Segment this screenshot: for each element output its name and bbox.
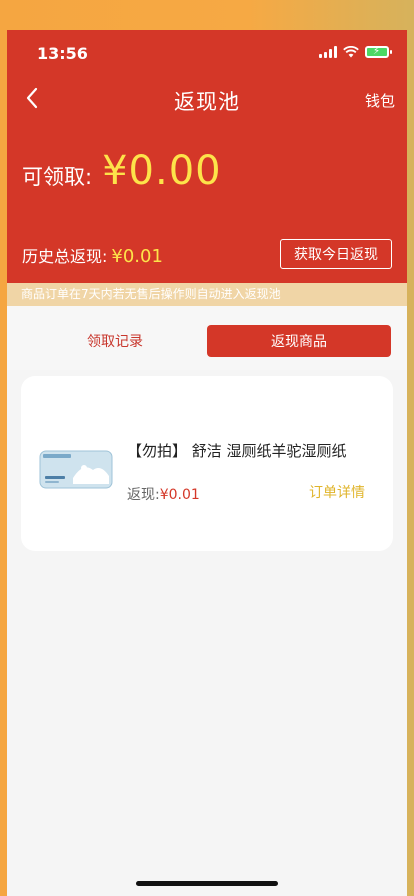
history-total-amount: ¥0.01 [111,246,163,267]
page-title: 返现池 [174,90,240,114]
status-time: 13:56 [37,44,88,63]
product-title: 【勿拍】 舒洁 湿厕纸羊驼湿厕纸 [127,442,347,460]
tab-bar: 领取记录 返现商品 [7,306,407,370]
get-today-cashback-button[interactable]: 获取今日返现 [280,239,392,269]
product-card[interactable]: 【勿拍】 舒洁 湿厕纸羊驼湿厕纸 返现:¥0.01 订单详情 [21,376,393,551]
app-screen: 13:56 ⚡ 返现池 钱包 可领取: ¥0.00 历史总返现: ¥0.01 获… [7,30,407,896]
status-icons: ⚡ [319,46,392,58]
notice-banner: 商品订单在7天内若无售后操作则自动进入返现池 [7,283,407,306]
header-panel: 13:56 ⚡ 返现池 钱包 可领取: ¥0.00 历史总返现: ¥0.01 获… [7,30,407,283]
product-cashback-amount: ¥0.01 [159,487,200,503]
signal-icon [319,46,337,58]
battery-icon: ⚡ [365,46,392,58]
product-image [39,450,113,489]
wallet-link[interactable]: 钱包 [365,90,395,111]
tab-cashback-products[interactable]: 返现商品 [207,325,391,357]
status-bar: 13:56 ⚡ [7,30,407,76]
claimable-row: 可领取: ¥0.00 [22,148,222,194]
home-indicator [136,881,278,886]
order-detail-link[interactable]: 订单详情 [309,482,365,502]
nav-bar: 返现池 钱包 [7,76,407,120]
tab-claim-records[interactable]: 领取记录 [23,325,207,357]
history-total-label: 历史总返现: [22,247,108,266]
claimable-label: 可领取: [22,165,93,189]
product-cashback: 返现:¥0.01 [127,484,200,504]
product-cashback-label: 返现: [127,487,160,503]
history-total-row: 历史总返现: ¥0.01 [22,243,163,267]
claimable-amount: ¥0.00 [102,148,222,194]
wifi-icon [343,46,359,58]
